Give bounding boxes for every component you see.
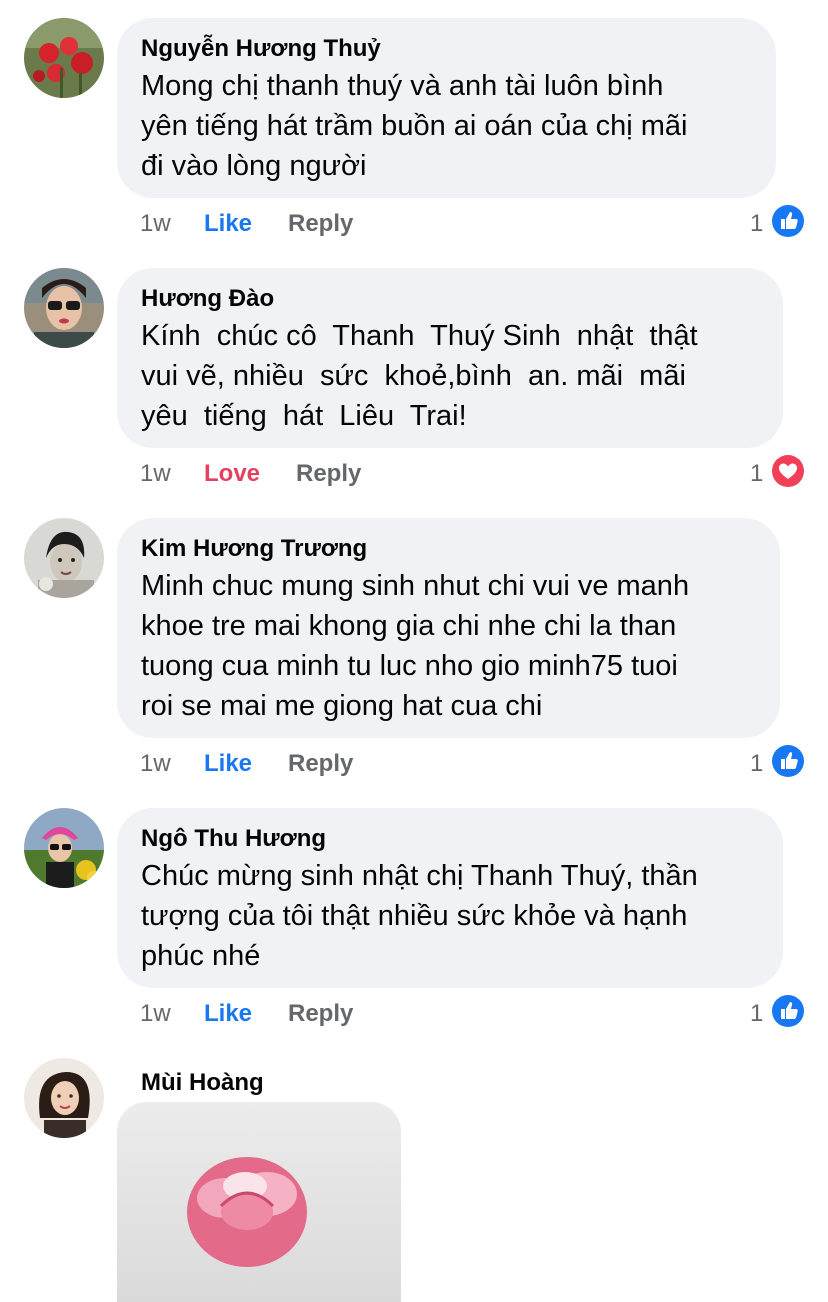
reply-button[interactable]: Reply: [296, 459, 361, 489]
comment-bubble: Ngô Thu Hương Chúc mừng sinh nhật chị Th…: [117, 808, 783, 988]
reply-button[interactable]: Reply: [288, 749, 353, 779]
comment-text: Kính chúc cô Thanh Thuý Sinh nhật thật v…: [141, 320, 698, 432]
avatar[interactable]: [24, 518, 104, 598]
comment-time[interactable]: 1w: [140, 999, 171, 1029]
avatar[interactable]: [24, 1058, 104, 1138]
comment-text: Minh chuc mung sinh nhut chi vui ve manh…: [141, 570, 690, 722]
comment-time[interactable]: 1w: [140, 749, 171, 779]
comment-author[interactable]: Kim Hương Trương: [141, 532, 756, 566]
reply-button[interactable]: Reply: [288, 209, 353, 239]
comment-time[interactable]: 1w: [140, 209, 171, 239]
comment-bubble: Hương Đào Kính chúc cô Thanh Thuý Sinh n…: [117, 268, 783, 448]
comment-text: Mong chị thanh thuý và anh tài luôn bình…: [141, 70, 688, 182]
comment-bubble: Nguyễn Hương Thuỷ Mong chị thanh thuý và…: [117, 18, 776, 198]
reaction-count[interactable]: 1: [750, 209, 763, 239]
reaction-count[interactable]: 1: [750, 999, 763, 1029]
comment-time[interactable]: 1w: [140, 459, 171, 489]
like-button[interactable]: Like: [204, 749, 252, 779]
like-button[interactable]: Like: [204, 209, 252, 239]
comment-author[interactable]: Ngô Thu Hương: [141, 822, 759, 856]
reply-button[interactable]: Reply: [288, 999, 353, 1029]
comment-bubble: Kim Hương Trương Minh chuc mung sinh nhu…: [117, 518, 780, 738]
comment-author[interactable]: Nguyễn Hương Thuỷ: [141, 32, 752, 66]
like-button[interactable]: Like: [204, 999, 252, 1029]
avatar[interactable]: [24, 808, 104, 888]
rose-photo[interactable]: [117, 1102, 401, 1302]
reaction-count[interactable]: 1: [750, 459, 763, 489]
comment-author[interactable]: Mùi Hoàng: [141, 1066, 264, 1100]
like-icon[interactable]: [770, 993, 806, 1029]
comment-author[interactable]: Hương Đào: [141, 282, 759, 316]
love-icon[interactable]: [770, 453, 806, 489]
like-icon[interactable]: [770, 203, 806, 239]
avatar[interactable]: [24, 18, 104, 98]
comment-text: Chúc mừng sinh nhật chị Thanh Thuý, thần…: [141, 860, 698, 972]
like-icon[interactable]: [770, 743, 806, 779]
love-button[interactable]: Love: [204, 459, 260, 489]
avatar[interactable]: [24, 268, 104, 348]
reaction-count[interactable]: 1: [750, 749, 763, 779]
